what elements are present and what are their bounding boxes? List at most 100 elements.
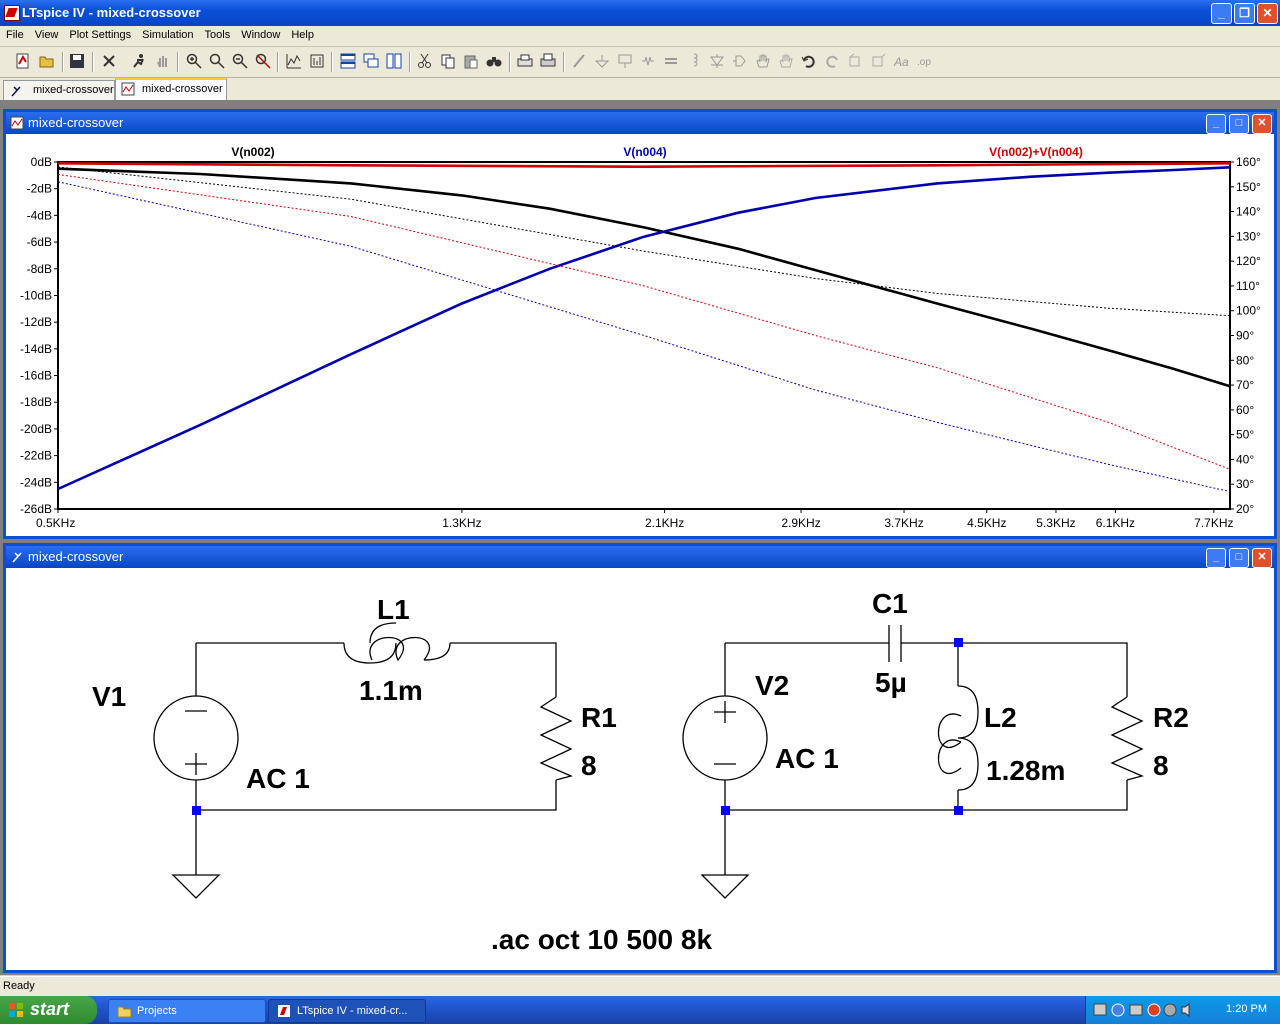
zoom-fit-icon[interactable]: [255, 53, 271, 69]
open-icon[interactable]: [39, 53, 55, 69]
schematic-canvas[interactable]: V1 AC 1 L1 1.1m R1 8 V2 AC 1 C1 5µ L2 1.…: [6, 568, 1274, 970]
r2-label[interactable]: R2: [1153, 702, 1189, 733]
l2-label[interactable]: L2: [984, 702, 1017, 733]
save-icon[interactable]: [69, 53, 85, 69]
v1-value[interactable]: AC 1: [246, 763, 310, 794]
autorange-icon[interactable]: [286, 53, 302, 69]
plot-window[interactable]: mixed-crossover _ □ ✕ 0dB -2dB -4dB -6dB -8d…: [3, 109, 1277, 539]
tile-vertical-icon[interactable]: [386, 53, 402, 69]
task-projects[interactable]: Projects: [108, 999, 266, 1023]
resistor-icon[interactable]: [640, 53, 656, 69]
v2-value[interactable]: AC 1: [775, 743, 839, 774]
move-hand-icon[interactable]: [755, 53, 771, 69]
c1-label[interactable]: C1: [872, 588, 908, 619]
menu-file[interactable]: File: [0, 26, 29, 41]
c1-value[interactable]: 5µ: [875, 667, 907, 698]
svg-text:Aa: Aa: [893, 55, 909, 69]
v1-label[interactable]: V1: [92, 681, 126, 712]
ltspice-icon: [4, 5, 20, 21]
task-ltspice[interactable]: LTspice IV - mixed-cr...: [268, 999, 426, 1023]
y-left-tick-label: -4dB: [27, 208, 52, 222]
print-setup-icon[interactable]: [517, 53, 533, 69]
l1-inductor[interactable]: [343, 622, 451, 664]
y-right-tick-label: 90°: [1236, 329, 1254, 343]
r1-label[interactable]: R1: [581, 702, 617, 733]
menu-tools[interactable]: Tools: [199, 26, 236, 41]
rotate-icon[interactable]: [847, 53, 863, 69]
run-icon[interactable]: [131, 53, 147, 69]
tray-icons[interactable]: [1092, 1002, 1192, 1018]
ground-icon[interactable]: [594, 53, 610, 69]
l1-value[interactable]: 1.1m: [359, 675, 423, 706]
text-icon[interactable]: Aa: [893, 53, 909, 69]
schematic-maximize-button[interactable]: □: [1229, 548, 1249, 568]
plot-maximize-button[interactable]: □: [1229, 114, 1249, 134]
y-right-tick-label: 50°: [1236, 428, 1254, 442]
mirror-icon[interactable]: [870, 53, 886, 69]
plot-close-button[interactable]: ✕: [1252, 114, 1272, 134]
l2-inductor[interactable]: [937, 685, 979, 791]
plot-window-title-bar[interactable]: mixed-crossover _ □ ✕: [6, 112, 1274, 134]
paste-icon[interactable]: [463, 53, 479, 69]
zoom-out-icon[interactable]: [232, 53, 248, 69]
schematic-minimize-button[interactable]: _: [1206, 548, 1226, 568]
undo-icon[interactable]: [801, 53, 817, 69]
cascade-icon[interactable]: [363, 53, 379, 69]
drag-hand-icon[interactable]: [778, 53, 794, 69]
control-panel-icon[interactable]: [101, 53, 117, 69]
zoom-pan-icon[interactable]: [209, 53, 225, 69]
ground-symbol: [171, 874, 221, 899]
spice-directive-icon[interactable]: .op: [916, 53, 932, 69]
tile-horizontal-icon[interactable]: [340, 53, 356, 69]
fft-icon[interactable]: [309, 53, 325, 69]
menu-plot-settings[interactable]: Plot Settings: [63, 26, 136, 41]
r1-resistor[interactable]: [539, 696, 573, 781]
minimize-button[interactable]: _: [1211, 3, 1232, 24]
app-title-bar[interactable]: LTspice IV - mixed-crossover _ ❐ ✕: [0, 0, 1280, 26]
y-left-tick-label: -26dB: [20, 502, 52, 516]
tab-waveform[interactable]: mixed-crossover: [115, 78, 227, 101]
tab-schematic[interactable]: mixed-crossover: [3, 80, 115, 100]
start-button[interactable]: start: [0, 996, 97, 1024]
spice-directive[interactable]: .ac oct 10 500 8k: [491, 924, 712, 955]
y-right-tick-label: 20°: [1236, 502, 1254, 516]
schematic-window[interactable]: mixed-crossover _ □ ✕ V1 AC 1 L1 1.1m R1…: [3, 543, 1277, 973]
copy-icon[interactable]: [440, 53, 456, 69]
plot-minimize-button[interactable]: _: [1206, 114, 1226, 134]
label-net-icon[interactable]: [617, 53, 633, 69]
r2-value[interactable]: 8: [1153, 750, 1169, 781]
print-icon[interactable]: [540, 53, 556, 69]
menu-window[interactable]: Window: [235, 26, 285, 41]
l1-label[interactable]: L1: [377, 594, 410, 625]
wire-icon[interactable]: [571, 53, 587, 69]
magnitude-trace: [57, 167, 1231, 388]
find-icon[interactable]: [486, 53, 502, 69]
c1-capacitor[interactable]: [888, 625, 902, 662]
new-schematic-icon[interactable]: [15, 53, 31, 69]
redo-icon[interactable]: [824, 53, 840, 69]
component-icon[interactable]: [732, 53, 748, 69]
halt-icon[interactable]: [155, 53, 171, 69]
schematic-close-button[interactable]: ✕: [1252, 548, 1272, 568]
bode-plot[interactable]: 0dB -2dB -4dB -6dB -8dB -10dB -12dB -14dB -16dB -…: [6, 134, 1274, 536]
diode-icon[interactable]: [709, 53, 725, 69]
schematic-window-title-bar[interactable]: mixed-crossover _ □ ✕: [6, 546, 1274, 568]
r2-resistor[interactable]: [1110, 696, 1144, 781]
l2-value[interactable]: 1.28m: [986, 755, 1065, 786]
menu-help[interactable]: Help: [285, 26, 319, 41]
r1-value[interactable]: 8: [581, 750, 597, 781]
zoom-in-icon[interactable]: [186, 53, 202, 69]
restore-button[interactable]: ❐: [1234, 3, 1255, 24]
menu-simulation[interactable]: Simulation: [136, 26, 198, 41]
task-label: Projects: [137, 1005, 177, 1017]
cut-icon[interactable]: [417, 53, 433, 69]
menu-view[interactable]: View: [29, 26, 64, 41]
close-button[interactable]: ✕: [1257, 3, 1278, 24]
capacitor-icon[interactable]: [663, 53, 679, 69]
y-left-tick-label: -20dB: [20, 422, 52, 436]
junction-dot: [954, 806, 963, 815]
v2-label[interactable]: V2: [755, 670, 789, 701]
windows-flag-icon: [9, 1003, 23, 1017]
y-right-tick-label: 160°: [1236, 155, 1261, 169]
inductor-icon[interactable]: [686, 53, 702, 69]
